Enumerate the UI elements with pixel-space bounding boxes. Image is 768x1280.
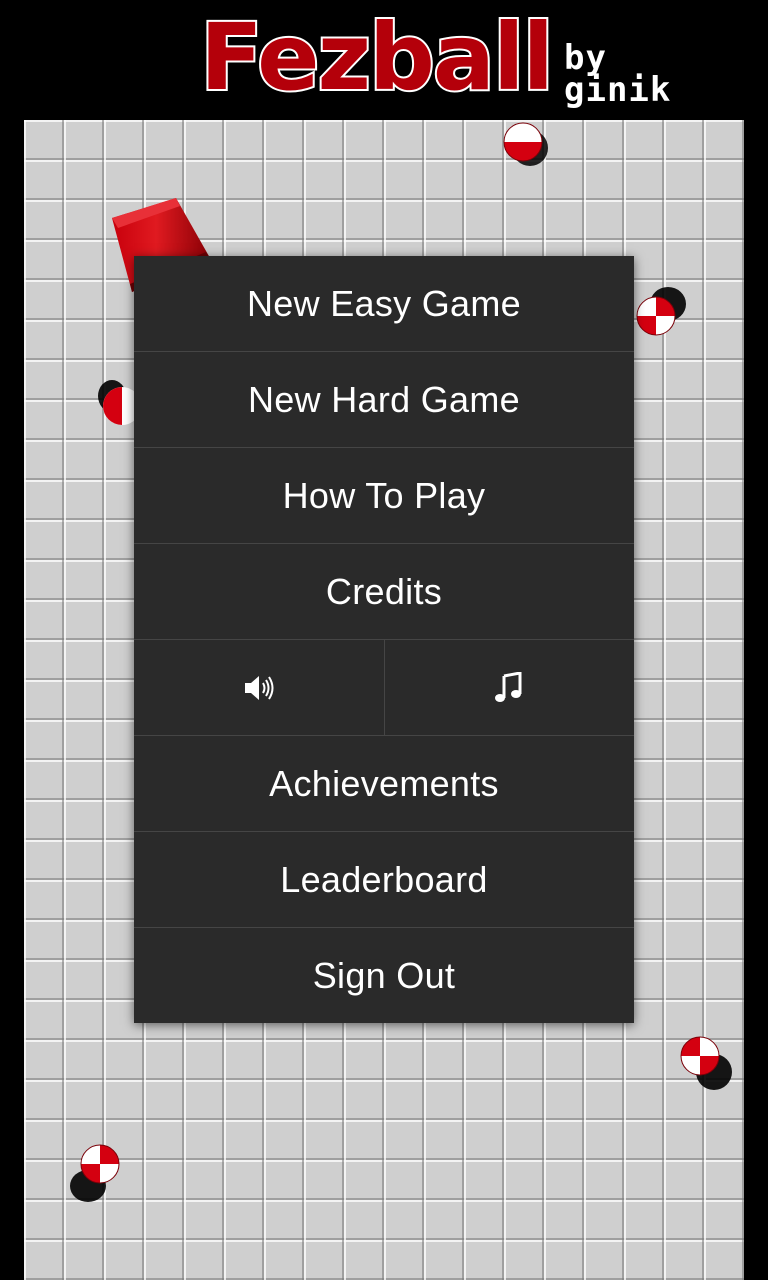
credits-button[interactable]: Credits <box>134 544 634 640</box>
ball-icon <box>66 1142 120 1202</box>
music-toggle-button[interactable] <box>383 640 635 735</box>
logo-author: ginik <box>564 70 672 110</box>
ball-icon <box>676 1034 732 1090</box>
ball-icon <box>98 378 141 425</box>
sound-toggle-button[interactable] <box>134 640 384 735</box>
ball-icon <box>636 286 686 336</box>
new-hard-game-button[interactable]: New Hard Game <box>134 352 634 448</box>
game-screen: Fezball by ginik New Easy Game New Hard … <box>0 0 768 1280</box>
speaker-icon <box>242 671 276 705</box>
audio-toggles-row <box>134 640 634 736</box>
music-note-icon <box>494 671 524 704</box>
achievements-button[interactable]: Achievements <box>134 736 634 832</box>
how-to-play-button[interactable]: How To Play <box>134 448 634 544</box>
game-logo: Fezball by ginik <box>198 4 700 116</box>
leaderboard-button[interactable]: Leaderboard <box>134 832 634 928</box>
ball-icon <box>502 122 548 166</box>
new-easy-game-button[interactable]: New Easy Game <box>134 256 634 352</box>
sign-out-button[interactable]: Sign Out <box>134 928 634 1023</box>
main-menu: New Easy Game New Hard Game How To Play … <box>134 256 634 1023</box>
logo-title: Fezball <box>198 4 556 112</box>
